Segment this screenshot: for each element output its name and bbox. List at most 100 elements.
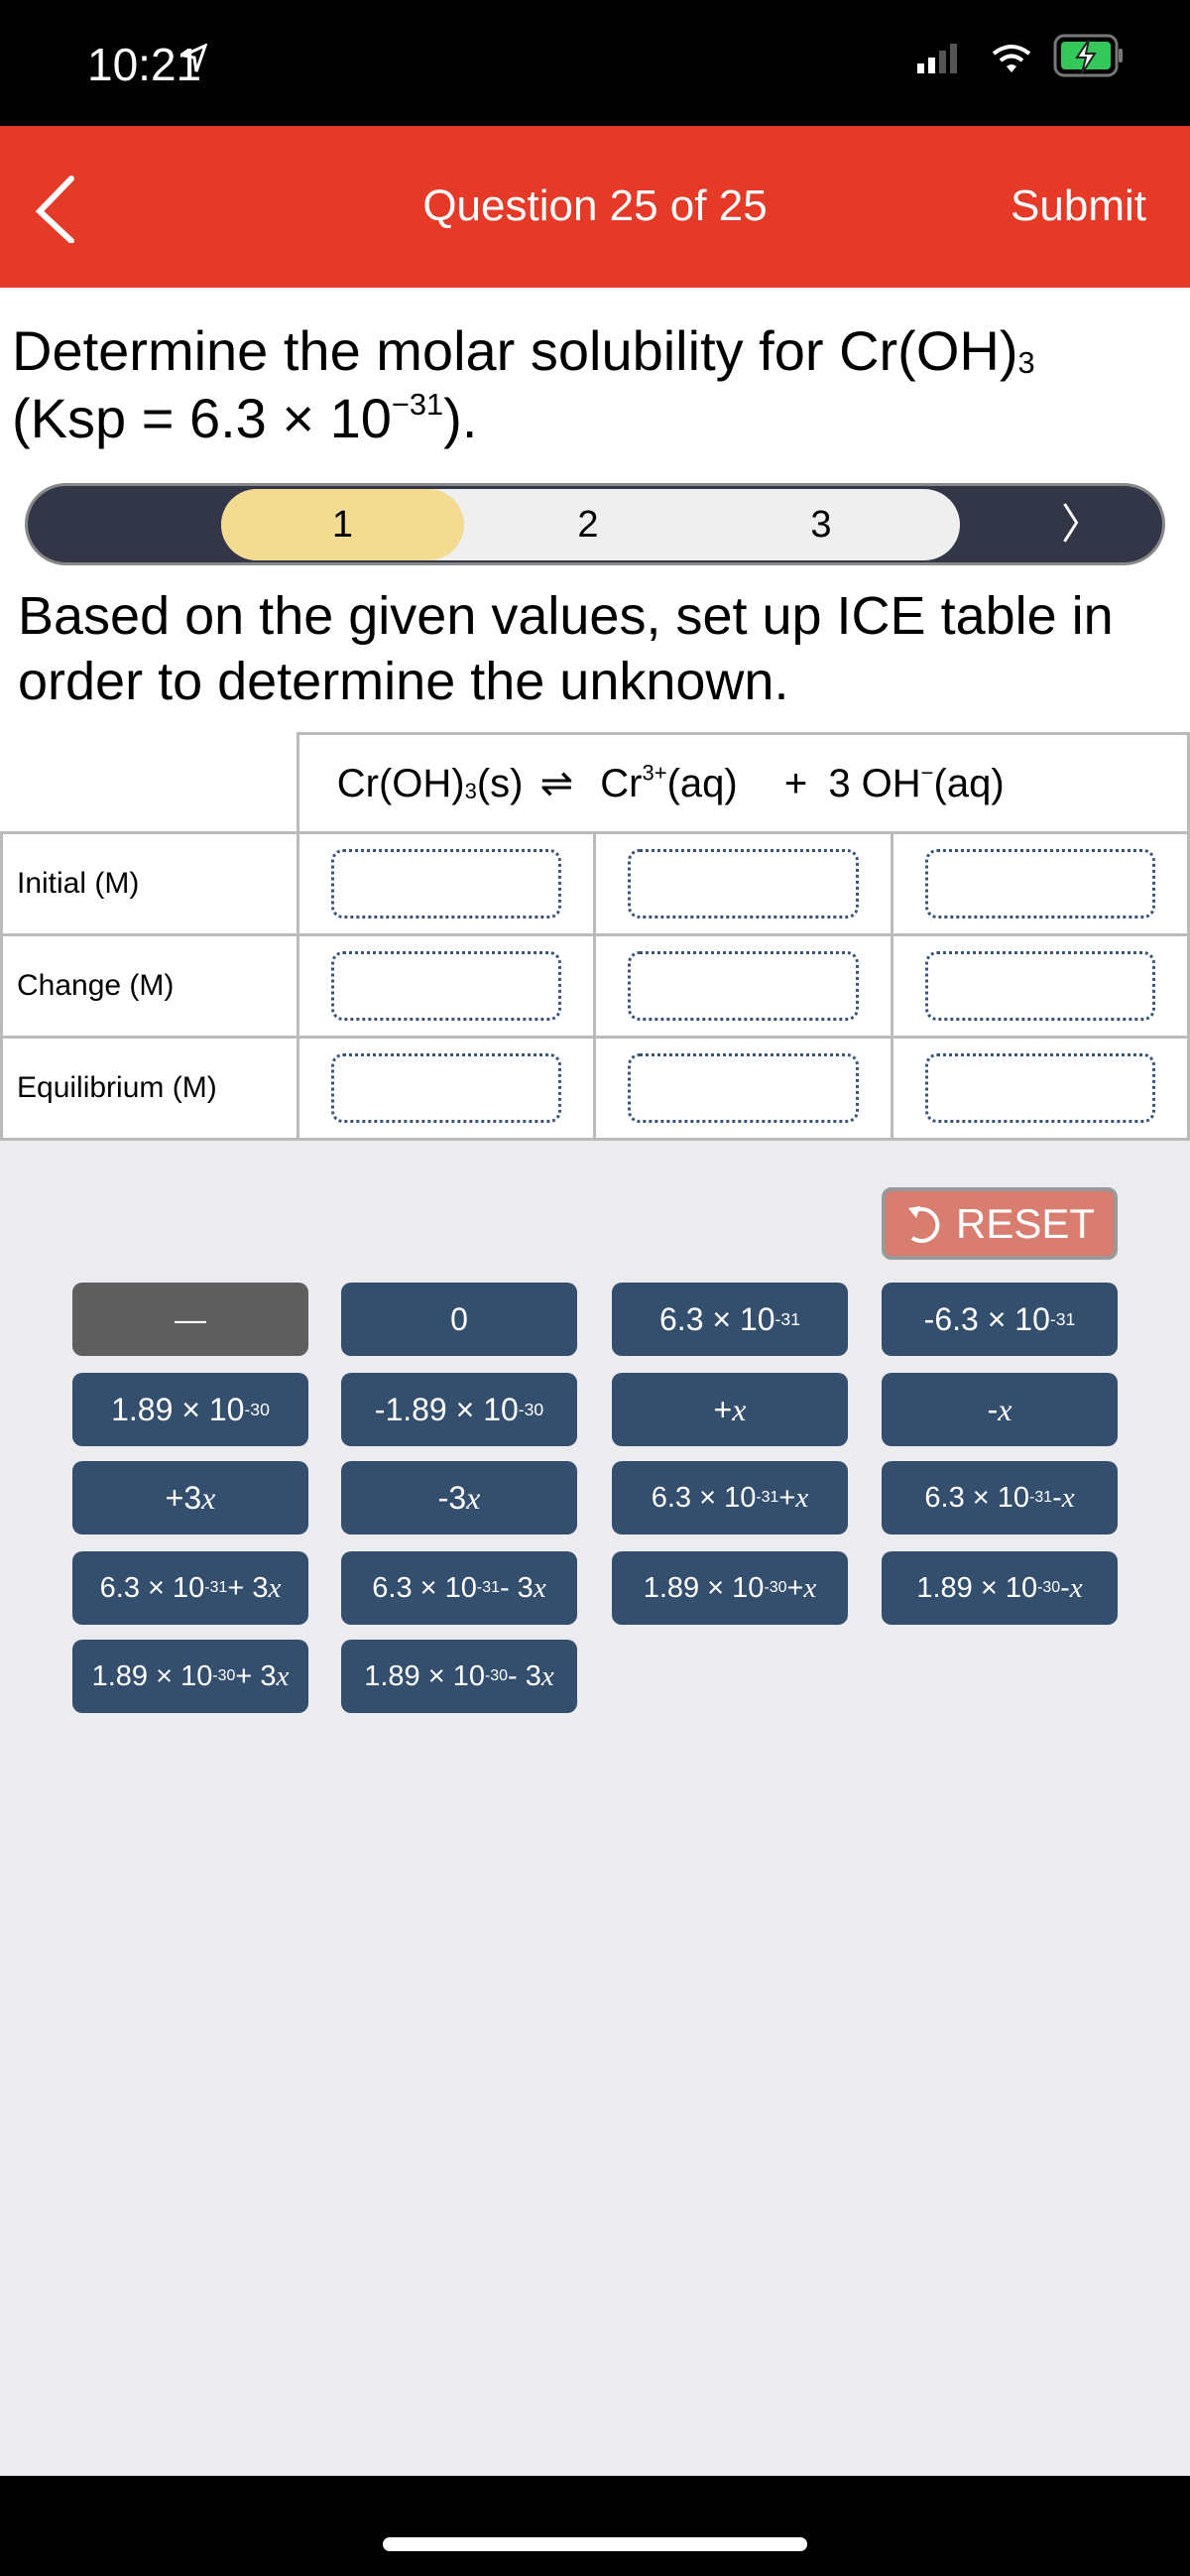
drop-zone[interactable] xyxy=(628,849,859,919)
key-a: 0 xyxy=(450,1300,468,1337)
key-x: x xyxy=(201,1479,216,1516)
table-row: Initial (M) xyxy=(0,831,1190,936)
drop-zone[interactable] xyxy=(330,951,562,1021)
plus: + xyxy=(783,761,808,805)
answer-key[interactable]: 6.3 × 10 -31 xyxy=(612,1283,848,1356)
key-b: + 3 xyxy=(227,1571,269,1604)
state: (aq) xyxy=(933,761,1005,805)
answer-key[interactable]: 1.89 × 10 -30 + 3x xyxy=(72,1640,308,1713)
nav-bar: Question 25 of 25 Submit xyxy=(0,126,1190,288)
key-a: 6.3 × 10 xyxy=(659,1300,775,1337)
answer-key[interactable]: + x xyxy=(612,1373,848,1446)
cell xyxy=(593,831,893,936)
question-text: Determine the molar solubility for Cr(OH… xyxy=(12,317,1182,452)
answer-key[interactable]: +3 x xyxy=(72,1461,308,1534)
answer-key[interactable]: 1.89 × 10 -30 - 3x xyxy=(341,1640,577,1713)
key-a: 1.89 × 10 xyxy=(111,1391,245,1427)
key-x: x xyxy=(1061,1481,1075,1514)
blank-key[interactable]: — xyxy=(72,1283,308,1356)
drop-zone[interactable] xyxy=(330,1053,562,1123)
reaction-equation: Cr(OH)3(s) ⇌ Cr3+(aq) + 3 OH−(aq) xyxy=(296,732,1190,834)
answer-key[interactable]: 1.89 × 10 -30 + x xyxy=(612,1551,848,1625)
key-a: 6.3 × 10 xyxy=(924,1481,1030,1514)
key-a: 1.89 × 10 xyxy=(91,1659,213,1692)
cell xyxy=(890,933,1190,1039)
key-a: 1.89 × 10 xyxy=(643,1571,765,1604)
key-a: — xyxy=(175,1300,206,1337)
wifi-icon xyxy=(992,45,1031,72)
answer-key[interactable]: -x xyxy=(882,1373,1118,1446)
equilibrium-arrow-icon: ⇌ xyxy=(539,761,574,805)
state: (aq) xyxy=(666,761,738,805)
step-track: 1 2 3 xyxy=(221,489,960,560)
key-x: x xyxy=(795,1481,809,1514)
step-progress: 1 2 3 〉 xyxy=(25,483,1165,565)
answer-key[interactable]: 6.3 × 10 -31 + x xyxy=(612,1461,848,1534)
location-arrow-icon xyxy=(181,44,207,72)
reset-button[interactable]: RESET xyxy=(882,1187,1118,1260)
key-x: x xyxy=(268,1571,282,1604)
table-row: Change (M) xyxy=(0,933,1190,1039)
status-bar: 10:21 xyxy=(0,0,1190,126)
drop-zone[interactable] xyxy=(628,1053,859,1123)
answer-key[interactable]: 6.3 × 10 -31 - 3x xyxy=(341,1551,577,1625)
key-b: + xyxy=(778,1481,796,1514)
chevron-right-icon[interactable]: 〉 xyxy=(1061,486,1103,562)
subscript: 3 xyxy=(464,778,477,803)
answer-key[interactable]: -3 x xyxy=(341,1461,577,1534)
cell xyxy=(296,831,597,936)
superscript: 3+ xyxy=(642,760,667,785)
key-x: x xyxy=(732,1391,747,1427)
answer-key[interactable]: 0 xyxy=(341,1283,577,1356)
cell xyxy=(890,831,1190,936)
cellular-signal-icon xyxy=(917,44,957,73)
instruction-text: Based on the given values, set up ICE ta… xyxy=(18,586,1114,711)
row-label-equilibrium: Equilibrium (M) xyxy=(0,1036,299,1141)
key-a: 1.89 × 10 xyxy=(916,1571,1038,1604)
key-x: x xyxy=(1069,1571,1083,1604)
key-b: - 3 xyxy=(508,1659,541,1692)
row-label-change: Change (M) xyxy=(0,933,299,1039)
key-x: x xyxy=(533,1571,546,1604)
state: (s) xyxy=(476,761,524,805)
key-b: - xyxy=(1052,1481,1062,1514)
drop-zone[interactable] xyxy=(628,951,859,1021)
answer-key[interactable]: 6.3 × 10 -31 - x xyxy=(882,1461,1118,1534)
step-1[interactable]: 1 xyxy=(221,489,464,560)
home-bar xyxy=(0,2476,1190,2576)
key-a: 1.89 × 10 xyxy=(364,1659,485,1692)
key-a: +3 xyxy=(165,1479,202,1516)
question-line2-end: ). xyxy=(443,387,478,449)
key-a: -3 xyxy=(437,1479,467,1516)
equation-row: Cr(OH)3(s) ⇌ Cr3+(aq) + 3 OH−(aq) xyxy=(1,732,1190,834)
ice-table: Cr(OH)3(s) ⇌ Cr3+(aq) + 3 OH−(aq) Initia… xyxy=(0,732,1190,1141)
submit-button[interactable]: Submit xyxy=(1011,182,1146,231)
drop-zone[interactable] xyxy=(924,849,1155,919)
row-label-initial: Initial (M) xyxy=(0,831,299,936)
step-3[interactable]: 3 xyxy=(717,489,925,560)
drop-zone[interactable] xyxy=(330,849,562,919)
key-a: -6.3 × 10 xyxy=(923,1300,1050,1337)
answer-key[interactable]: 1.89 × 10 -30 - x xyxy=(882,1551,1118,1625)
drop-zone[interactable] xyxy=(924,951,1155,1021)
key-a: 6.3 × 10 xyxy=(372,1571,477,1604)
key-x: x xyxy=(466,1479,481,1516)
drop-zone[interactable] xyxy=(924,1053,1155,1123)
home-indicator[interactable] xyxy=(383,2537,807,2551)
key-x: x xyxy=(276,1659,290,1692)
key-a: 6.3 × 10 xyxy=(99,1571,205,1604)
key-b: - 3 xyxy=(499,1571,534,1604)
answer-key[interactable]: -6.3 × 10 -31 xyxy=(882,1283,1118,1356)
question-line1: Determine the molar solubility for Cr(OH… xyxy=(12,319,1018,382)
cell xyxy=(890,1036,1190,1141)
step-2[interactable]: 2 xyxy=(489,489,687,560)
cell xyxy=(296,1036,597,1141)
subscript: 3 xyxy=(1017,345,1035,381)
superscript: −31 xyxy=(391,386,444,422)
key-x: x xyxy=(540,1659,554,1692)
product2: 3 OH xyxy=(828,761,921,805)
empty-cell xyxy=(1,733,298,834)
answer-key[interactable]: 1.89 × 10 -30 xyxy=(72,1373,308,1446)
answer-key[interactable]: 6.3 × 10 -31 + 3x xyxy=(72,1551,308,1625)
answer-key[interactable]: -1.89 × 10 -30 xyxy=(341,1373,577,1446)
